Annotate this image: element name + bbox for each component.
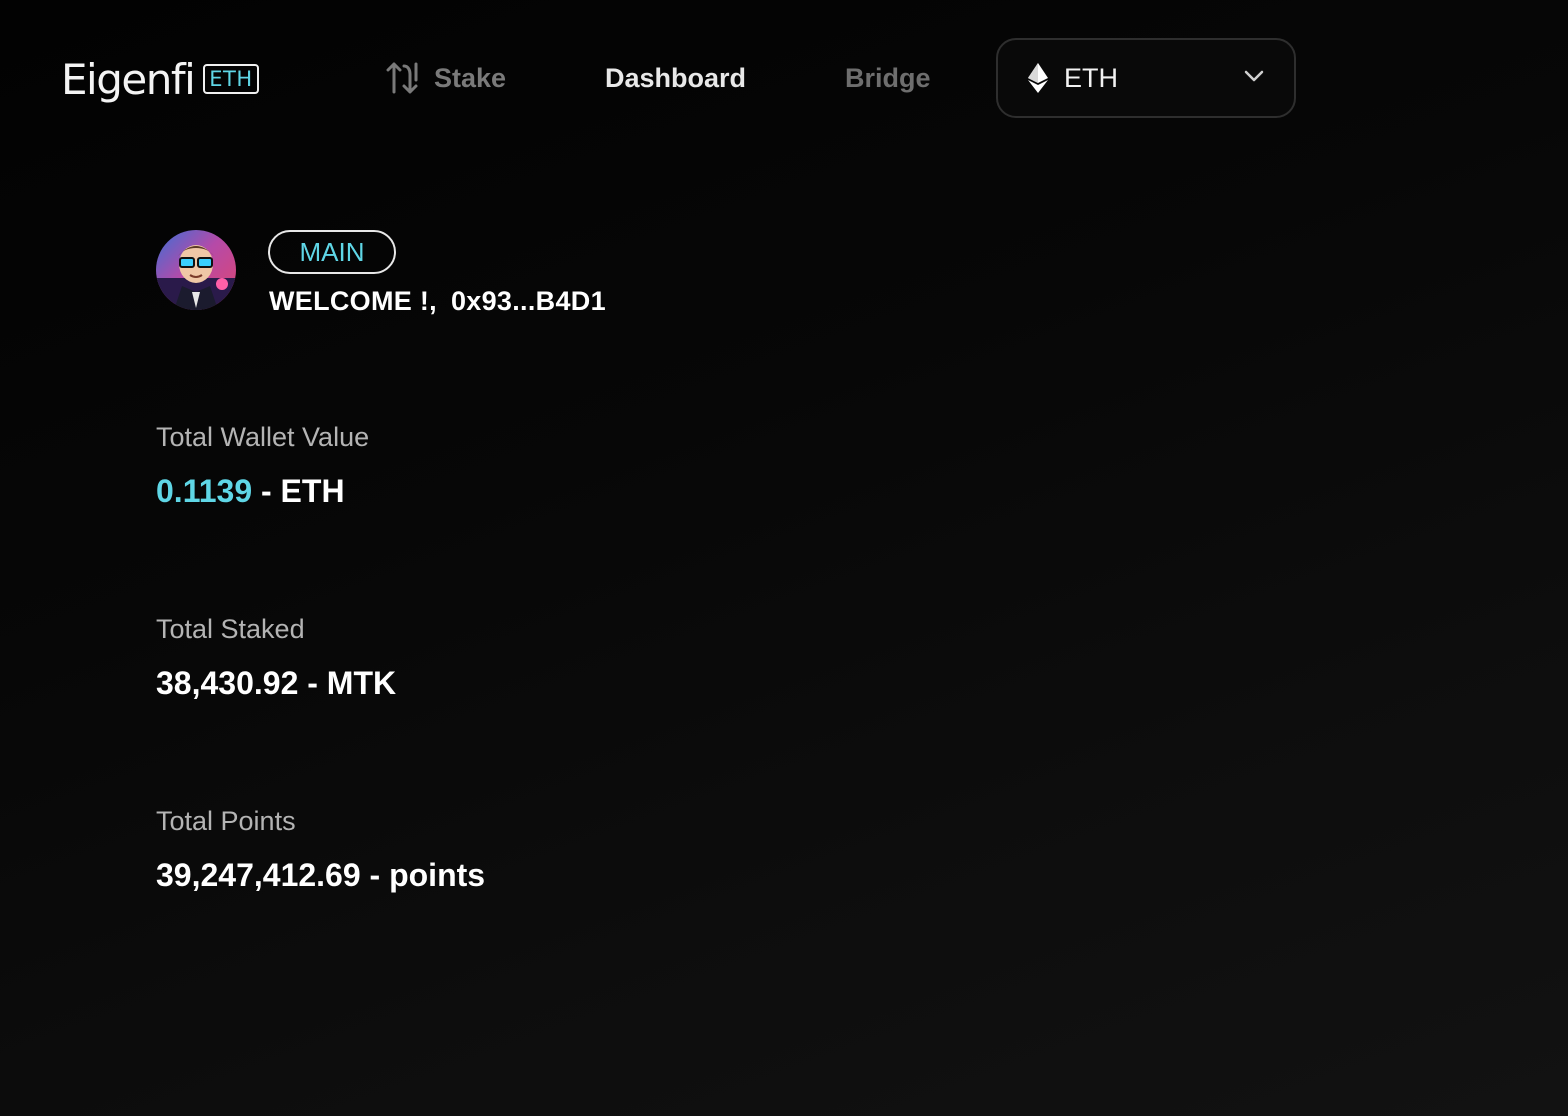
stat-wallet-value: Total Wallet Value 0.1139 - ETH (156, 422, 369, 510)
top-nav: Eigenfi ETH Stake Dashboard Bridge ETH (0, 0, 1568, 156)
logo-badge: ETH (203, 64, 259, 94)
nav-dashboard-label: Dashboard (605, 62, 747, 93)
ethereum-icon (1028, 63, 1048, 93)
chevron-down-icon (1244, 70, 1264, 82)
nav-bridge[interactable]: Bridge (845, 58, 931, 98)
nav-stake-label: Stake (434, 62, 507, 93)
avatar[interactable] (156, 230, 236, 310)
nav-bridge-label: Bridge (845, 62, 931, 93)
chain-selector[interactable]: ETH (996, 38, 1296, 118)
welcome-text: WELCOME !, (269, 286, 437, 316)
wallet-badge: MAIN (268, 230, 396, 274)
stat-total-staked: Total Staked 38,430.92 - MTK (156, 614, 396, 702)
stat-value: 39,247,412.69 - points (156, 857, 486, 893)
stat-label: Total Points (156, 806, 296, 836)
wallet-unit: - ETH (252, 473, 345, 509)
chain-selector-label: ETH (1064, 62, 1118, 93)
stat-value: 0.1139 - ETH (156, 473, 369, 510)
brand-logo[interactable]: Eigenfi ETH (61, 55, 259, 105)
nav-dashboard[interactable]: Dashboard (605, 58, 746, 98)
wallet-address[interactable]: 0x93...B4D1 (451, 286, 606, 316)
nav-stake[interactable]: Stake (386, 58, 506, 98)
logo-text: Eigenfi (61, 55, 196, 104)
stat-total-points: Total Points 39,247,412.69 - points (156, 806, 485, 894)
welcome-message: WELCOME !, 0x93...B4D1 (269, 286, 606, 317)
swap-arrows-icon (386, 60, 434, 96)
stat-label: Total Wallet Value (156, 422, 370, 452)
stat-value: 38,430.92 - MTK (156, 665, 397, 701)
wallet-amount: 0.1139 (156, 473, 253, 509)
stat-label: Total Staked (156, 614, 305, 644)
